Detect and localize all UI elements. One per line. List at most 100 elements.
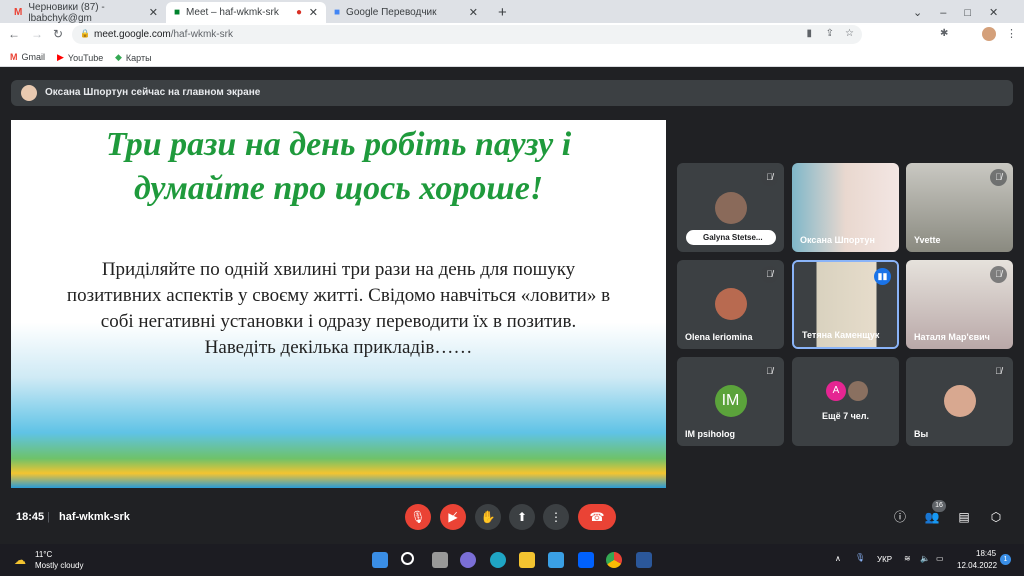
participant-name: Galyna Stetse... (703, 233, 763, 242)
microphone-icon: 🎙 (855, 553, 866, 562)
profile-avatar[interactable] (982, 27, 996, 41)
activities-button[interactable]: ⬡ (983, 504, 1009, 530)
close-tab-icon[interactable]: ✕ (149, 6, 158, 19)
start-icon[interactable] (372, 552, 388, 568)
mail-icon[interactable] (548, 552, 564, 568)
taskbar-time[interactable]: 18:45 (976, 549, 996, 558)
participant-tile[interactable]: 🎙̸ Наталя Мар'євич (906, 260, 1013, 349)
tray-chevron-icon[interactable]: ∧ (835, 554, 841, 563)
slide-body-line: позитивних аспектів у своєму житті. Свід… (66, 285, 611, 306)
search-icon[interactable] (401, 552, 414, 565)
participant-name: Наталя Мар'євич (914, 332, 990, 342)
bookmark-label: Gmail (21, 52, 46, 62)
participant-tile[interactable]: Оксана Шпортун (792, 163, 899, 252)
slide-body-line: собі негативні установки і одразу перево… (100, 311, 577, 332)
task-view-icon[interactable] (432, 552, 448, 568)
taskbar-date[interactable]: 12.04.2022 (957, 561, 997, 570)
presenter-avatar (21, 85, 37, 101)
mic-off-icon: 🎙̸ (990, 363, 1007, 380)
slide-body: Приділяйте по одній хвилині три рази на … (11, 257, 666, 361)
tab-title: Черновики (87) - lbabchyk@gm (28, 1, 105, 24)
close-window-icon[interactable]: ✕ (989, 6, 998, 19)
url-host: meet.google.com (94, 29, 171, 40)
maximize-icon[interactable]: □ (964, 7, 971, 19)
self-tile[interactable]: 🎙̸ Вы (906, 357, 1013, 446)
meeting-details-button[interactable]: ⓘ (887, 504, 913, 530)
language-indicator[interactable]: УКР (877, 555, 892, 564)
divider: | (47, 511, 50, 523)
tab-gmail[interactable]: M Черновики (87) - lbabchyk@gm ✕ (6, 1, 166, 24)
leave-call-button[interactable]: ☎ (578, 504, 616, 530)
tab-title: Meet – haf-wkmk-srk (186, 7, 279, 18)
presentation-slide: Три рази на день робіть паузу і думайте … (11, 120, 666, 488)
avatar (943, 385, 976, 417)
notification-badge[interactable]: 1 (1000, 554, 1011, 565)
gmail-icon: M (14, 7, 23, 18)
chrome-icon[interactable] (606, 552, 622, 568)
file-explorer-icon[interactable] (519, 552, 535, 568)
extensions-icon[interactable]: ✱ (940, 28, 948, 39)
tab-translate[interactable]: ■ Google Переводчик ✕ (326, 2, 486, 23)
bookmarks-bar: M Gmail ▶ YouTube ◆ Карты (0, 46, 1024, 67)
lock-icon: 🔒 (80, 29, 90, 38)
participant-tile[interactable]: 🎙̸ Yvette (906, 163, 1013, 252)
wifi-icon[interactable]: ≋ (904, 554, 911, 563)
forward-icon[interactable]: → (31, 27, 43, 41)
raise-hand-button[interactable]: ✋ (475, 504, 501, 530)
word-icon[interactable] (636, 552, 652, 568)
volume-icon[interactable]: 🔈 (920, 554, 930, 563)
avatar: IM (714, 385, 747, 417)
avatar (714, 192, 747, 224)
bookmark-youtube[interactable]: ▶ YouTube (57, 52, 103, 63)
people-count-badge: 16 (932, 500, 946, 512)
slide-body-line: Приділяйте по одній хвилині три рази на … (101, 259, 576, 280)
tab-meet[interactable]: ■ Meet – haf-wkmk-srk ● ✕ (166, 2, 326, 23)
edge-icon[interactable] (490, 552, 506, 568)
close-tab-icon[interactable]: ✕ (469, 6, 478, 19)
camera-toggle-button[interactable]: ▶̸ (440, 504, 466, 530)
reload-icon[interactable]: ↻ (53, 27, 63, 41)
weather-text: Mostly cloudy (35, 561, 84, 570)
more-participants-tile[interactable]: A Ещё 7 чел. (792, 357, 899, 446)
mic-toggle-button[interactable]: 🎙 (405, 504, 431, 530)
dropbox-icon[interactable] (578, 552, 594, 568)
close-tab-icon[interactable]: ✕ (309, 6, 318, 19)
avatar: A (826, 381, 846, 401)
maps-icon: ◆ (115, 52, 122, 62)
battery-icon[interactable]: ▭ (936, 554, 944, 563)
mic-off-icon: 🎙̸ (761, 169, 778, 186)
presenting-banner: Оксана Шпортун сейчас на главном экране (11, 80, 1013, 106)
teams-chat-icon[interactable] (460, 552, 476, 568)
translate-icon: ■ (334, 7, 341, 18)
temperature: 11°C (35, 550, 53, 559)
bookmark-star-icon[interactable]: ☆ (845, 28, 854, 39)
tab-strip: M Черновики (87) - lbabchyk@gm ✕ ■ Meet – h… (0, 0, 1024, 24)
share-icon[interactable]: ⇪ (826, 28, 834, 39)
bookmark-maps[interactable]: ◆ Карты (115, 52, 152, 63)
minimize-icon[interactable]: – (940, 7, 946, 19)
participant-name-pill: Galyna Stetse... (686, 230, 776, 245)
address-bar[interactable]: 🔒 meet.google.com/haf-wkmk-srk ▮ ⇪ ☆ (72, 25, 862, 44)
participant-tile[interactable]: 🎙̸ Galyna Stetse... (677, 163, 784, 252)
present-button[interactable]: ⬆ (509, 504, 535, 530)
more-options-button[interactable]: ⋮ (543, 504, 569, 530)
participant-tile[interactable]: 🎙̸ Olena Ieriomina (677, 260, 784, 349)
participant-tile[interactable]: 🎙̸ IM IM psiholog (677, 357, 784, 446)
more-count: Ещё 7 чел. (821, 411, 870, 421)
mic-off-icon: 🎙̸ (990, 169, 1007, 186)
bookmark-label: YouTube (67, 52, 104, 63)
slide-body-line: Наведіть декілька прикладів…… (204, 337, 473, 358)
url-path: /haf-wkmk-srk (170, 29, 233, 40)
camera-blocked-icon[interactable]: ▮ (806, 28, 812, 39)
window-controls[interactable]: ⌄ – □ ✕ (905, 2, 1006, 23)
meet-icon: ■ (174, 7, 181, 18)
mic-off-icon: 🎙̸ (761, 266, 778, 283)
clock: 18:45 (16, 511, 45, 523)
participant-tile-speaking[interactable]: ▮▮ Тетяна Каменщук (792, 260, 899, 349)
menu-icon[interactable]: ⋮ (1006, 27, 1017, 40)
new-tab-button[interactable]: + (490, 2, 515, 23)
chat-button[interactable]: ▤ (951, 504, 977, 530)
bookmark-gmail[interactable]: M Gmail (10, 52, 45, 62)
back-icon[interactable]: ← (8, 27, 20, 41)
tab-search-icon[interactable]: ⌄ (913, 6, 922, 19)
